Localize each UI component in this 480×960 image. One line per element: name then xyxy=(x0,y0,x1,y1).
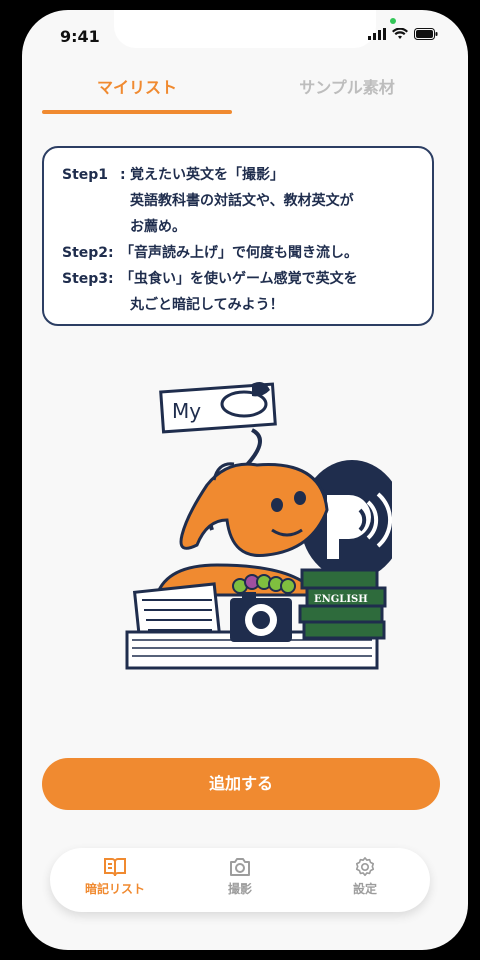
bottom-nav: 暗記リスト 撮影 設定 xyxy=(50,848,430,912)
camera-icon xyxy=(230,858,250,876)
instructions-box: Step1 : 覚えたい英文を「撮影」 英語教科書の対話文や、教材英文が お薦め… xyxy=(42,146,434,326)
step3-row: Step3: 「虫食い」を使いゲーム感覚で英文を xyxy=(62,266,418,292)
nav-item-capture[interactable]: 撮影 xyxy=(185,854,295,906)
battery-icon xyxy=(414,28,438,40)
status-time: 9:41 xyxy=(60,27,100,46)
step2-label: Step2: xyxy=(62,245,114,261)
top-tabs: マイリスト サンプル素材 xyxy=(22,68,468,118)
notch xyxy=(114,10,376,48)
step2-text: 「音声読み上げ」で何度も聞き流し。 xyxy=(120,245,358,261)
camera-indicator-dot xyxy=(390,18,396,24)
tab-my-list[interactable]: マイリスト xyxy=(42,68,232,108)
elephant-head xyxy=(179,462,329,558)
nav-label-settings: 設定 xyxy=(352,882,377,896)
step3-label: Step3: xyxy=(62,271,114,287)
step1-line3: お薦め。 xyxy=(130,219,186,235)
tab-active-indicator xyxy=(42,110,232,114)
my-sign: My xyxy=(159,382,277,434)
nav-item-memorize-list[interactable]: 暗記リスト xyxy=(60,854,170,906)
step2-row: Step2: 「音声読み上げ」で何度も聞き流し。 xyxy=(62,240,418,266)
book-label: ENGLISH xyxy=(314,594,368,605)
step1-line2: 英語教科書の対話文や、教材英文が xyxy=(130,193,354,209)
step3-line2: 丸ごと暗記してみよう！ xyxy=(130,297,284,313)
step1-separator: : xyxy=(120,167,126,183)
nav-item-settings[interactable]: 設定 xyxy=(310,854,420,906)
step3-text: 「虫食い」を使いゲーム感覚で英文を xyxy=(120,271,358,287)
signal-icon xyxy=(368,28,386,40)
step1-label: Step1 xyxy=(62,167,109,183)
nav-label-capture: 撮影 xyxy=(227,882,252,896)
step1-row: Step1 : 覚えたい英文を「撮影」 xyxy=(62,162,418,188)
wifi-icon xyxy=(392,28,408,39)
tab-sample-materials[interactable]: サンプル素材 xyxy=(252,68,442,108)
camera-prop xyxy=(230,592,292,642)
status-icons xyxy=(368,28,438,40)
books-stack: ENGLISH xyxy=(298,568,387,640)
gear-icon xyxy=(355,857,375,877)
phone-screen: 9:41 マイリスト サンプル素材 Step1 : 覚えたい英文を「撮影」 英語… xyxy=(22,10,468,950)
step1-text: 覚えたい英文を「撮影」 xyxy=(130,167,284,183)
nav-label-memorize-list: 暗記リスト xyxy=(84,882,145,896)
add-button[interactable]: 追加する xyxy=(42,758,440,810)
sign-text: My xyxy=(172,399,201,423)
elephant-mascot-illustration: My ENGLISH xyxy=(125,382,392,670)
book-icon xyxy=(104,858,126,877)
